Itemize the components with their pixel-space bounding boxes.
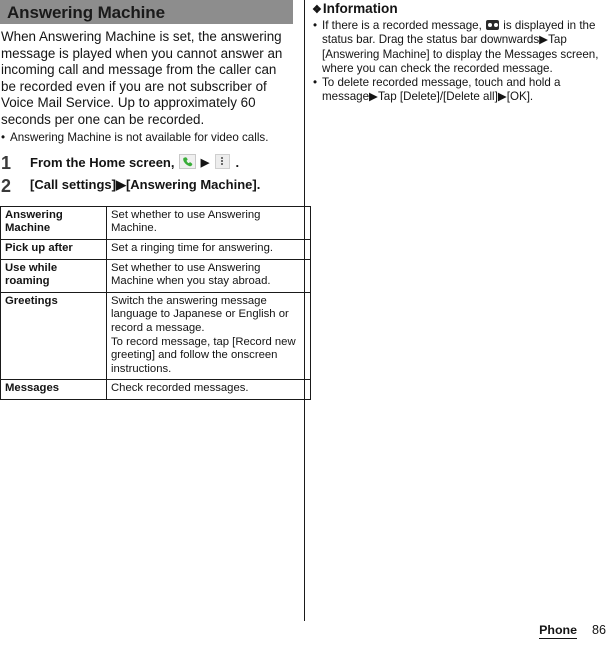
step-body: From the Home screen, ▶ . (30, 153, 296, 172)
chapter-label: Phone (539, 623, 577, 639)
bullet-dot-icon: • (313, 76, 318, 90)
table-cell-key: Greetings (0, 291, 107, 381)
steps-list: 1 From the Home screen, ▶ . 2 [Call sett… (0, 153, 296, 196)
step-text-after: . (235, 154, 240, 170)
info-note-part-1: If there is a recorded message, (322, 19, 482, 32)
table-row: Use while roaming Set whether to use Ans… (0, 258, 311, 293)
table-cell-value: Check recorded messages. (106, 379, 311, 400)
table-row: Greetings Switch the answering message l… (0, 291, 311, 381)
table-cell-key: Use while roaming (0, 258, 107, 293)
information-heading-label: Information (322, 1, 398, 16)
table-row: Messages Check recorded messages. (0, 379, 311, 400)
table-row: Answering Machine Set whether to use Ans… (0, 205, 311, 240)
intro-paragraph: When Answering Machine is set, the answe… (1, 29, 283, 127)
table-cell-key: Answering Machine (0, 205, 107, 240)
bullet-dot-icon: • (1, 130, 6, 144)
flower-bullet-icon: ❖ (312, 4, 322, 16)
page-title: Answering Machine (7, 2, 165, 22)
left-column: Answering Machine When Answering Machine… (0, 0, 311, 400)
arrow-separator-icon: ▶ (200, 156, 210, 169)
left-notes-list: • Answering Machine is not available for… (0, 131, 296, 145)
list-item: • Answering Machine is not available for… (0, 131, 296, 145)
information-heading: ❖ Information (312, 0, 606, 17)
step-2: 2 [Call settings]▶[Answering Machine]. (0, 176, 296, 196)
table-cell-value: Set whether to use Answering Machine. (106, 205, 311, 240)
table-cell-value: Set whether to use Answering Machine whe… (106, 258, 311, 293)
settings-table: Answering Machine Set whether to use Ans… (0, 205, 311, 400)
information-notes-list: • If there is a recorded message, is dis… (312, 19, 606, 105)
list-item: • If there is a recorded message, is dis… (312, 19, 606, 76)
manual-page: Answering Machine When Answering Machine… (0, 0, 608, 645)
section-header-bar: Answering Machine (0, 0, 293, 24)
step-text-before: From the Home screen, (30, 154, 175, 170)
step-number: 2 (1, 175, 12, 196)
table-cell-key: Messages (0, 379, 107, 400)
step-1: 1 From the Home screen, ▶ . (0, 153, 296, 173)
bullet-dot-icon: • (313, 19, 318, 32)
page-footer: Phone 86 (539, 623, 606, 639)
voicemail-cassette-icon (486, 20, 500, 30)
step-number: 1 (1, 152, 12, 173)
table-cell-value: Switch the answering message language to… (106, 291, 311, 381)
step-body: [Call settings]▶[Answering Machine]. (30, 176, 261, 192)
info-note-text: To delete recorded message, touch and ho… (322, 76, 561, 104)
note-text: Answering Machine is not available for v… (10, 130, 269, 144)
page-number: 86 (591, 623, 606, 637)
table-row: Pick up after Set a ringing time for ans… (0, 238, 311, 260)
table-cell-value: Set a ringing time for answering. (106, 238, 311, 260)
right-column: ❖ Information • If there is a recorded m… (312, 0, 606, 105)
phone-icon[interactable] (179, 153, 197, 169)
table-cell-key: Pick up after (0, 238, 107, 260)
overflow-menu-icon[interactable] (214, 153, 230, 169)
list-item: • To delete recorded message, touch and … (312, 76, 606, 105)
